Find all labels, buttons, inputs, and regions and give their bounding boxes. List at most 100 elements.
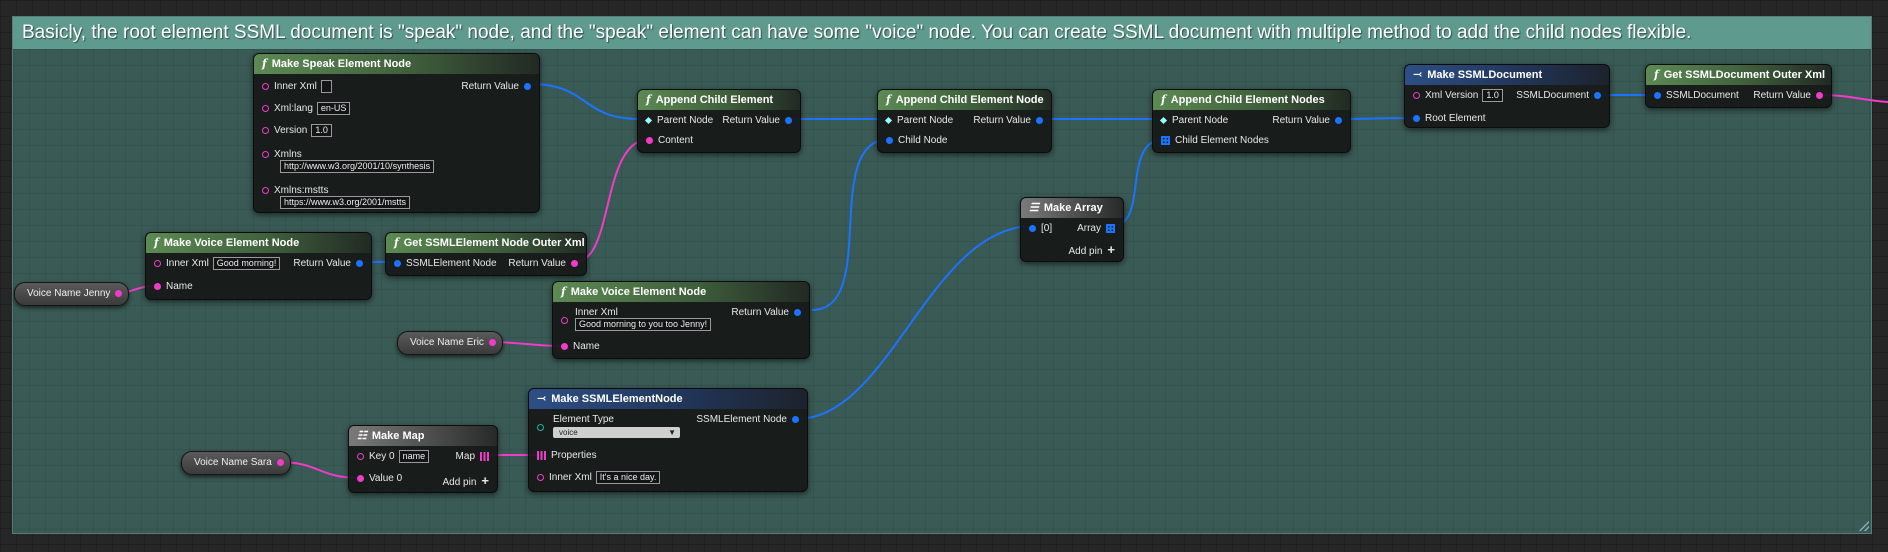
- ssml-element-node-output-pin[interactable]: SSMLElement Node: [696, 413, 799, 427]
- append-child-element-node[interactable]: f Append Child Element Parent Node Conten…: [637, 89, 801, 153]
- variable-voice-name-jenny[interactable]: Voice Name Jenny: [14, 282, 130, 306]
- string-pin-icon: [537, 474, 544, 481]
- xml-lang-pin[interactable]: Xml:lang en-US: [262, 102, 351, 116]
- string-pin-icon: [571, 259, 578, 267]
- xmlns-input[interactable]: http://www.w3.org/2001/10/synthesis: [280, 160, 435, 173]
- content-pin[interactable]: Content: [646, 134, 693, 148]
- ssml-element-node-pin[interactable]: SSMLElement Node: [394, 257, 497, 271]
- element-type-pin[interactable]: [537, 421, 549, 435]
- node-title: Make Array: [1043, 202, 1103, 214]
- variable-voice-name-eric[interactable]: Voice Name Eric: [397, 331, 503, 355]
- make-struct-icon: ⤙: [1413, 68, 1423, 81]
- xml-lang-input[interactable]: en-US: [316, 102, 351, 115]
- make-struct-icon: ⤙: [537, 392, 547, 405]
- object-pin-icon: [394, 259, 401, 267]
- inner-xml-pin[interactable]: [561, 314, 573, 328]
- make-voice-element-node-eric[interactable]: f Make Voice Element Node Inner Xml Good …: [552, 281, 810, 359]
- child-node-pin[interactable]: Child Node: [886, 134, 947, 148]
- inner-xml-pin[interactable]: Inner Xml It's a nice day.: [537, 471, 661, 485]
- string-pin-icon: [262, 83, 269, 90]
- string-pin-icon: [154, 282, 161, 290]
- function-icon: f: [154, 236, 159, 249]
- string-pin-icon: [561, 342, 568, 350]
- element-type-dropdown[interactable]: voice ▼: [553, 427, 680, 438]
- parent-node-pin[interactable]: Parent Node: [1159, 114, 1228, 128]
- node-title: Get SSMLElement Node Outer Xml: [403, 237, 585, 249]
- return-value-pin[interactable]: Return Value: [722, 114, 792, 128]
- map-pin-icon: [537, 450, 546, 460]
- xml-version-pin[interactable]: Xml Version 1.0: [1413, 89, 1503, 103]
- string-pin-icon: [357, 453, 364, 460]
- plus-icon: +: [1107, 242, 1115, 257]
- inner-xml-input[interactable]: Good morning to you too Jenny!: [575, 318, 712, 331]
- parent-node-pin[interactable]: Parent Node: [884, 114, 953, 128]
- function-icon: f: [394, 236, 399, 249]
- root-element-pin[interactable]: Root Element: [1413, 112, 1486, 126]
- ssml-document-pin[interactable]: SSMLDocument: [1654, 89, 1739, 103]
- inner-xml-pin[interactable]: Inner Xml: [262, 80, 332, 94]
- object-pin-icon: [1654, 91, 1661, 99]
- return-value-pin[interactable]: Return Value: [293, 257, 363, 271]
- array-pin-icon: [1161, 135, 1170, 145]
- append-child-element-node-node[interactable]: f Append Child Element Node Parent Node C…: [877, 89, 1052, 153]
- array-pin-icon: [1106, 223, 1115, 233]
- comment-resize-handle[interactable]: [1859, 521, 1869, 531]
- inner-xml-pin[interactable]: Inner Xml Good morning!: [154, 257, 281, 271]
- xml-version-input[interactable]: 1.0: [1482, 89, 1503, 102]
- xmlns-mstts-input[interactable]: https://www.w3.org/2001/mstts: [280, 196, 411, 209]
- inner-xml-input[interactable]: [320, 80, 332, 93]
- object-pin-icon: [785, 116, 792, 124]
- array-output-pin[interactable]: Array: [1077, 222, 1115, 236]
- parent-node-pin[interactable]: Parent Node: [644, 114, 713, 128]
- string-pin-icon: [276, 458, 284, 466]
- append-child-element-nodes-node[interactable]: f Append Child Element Nodes Parent Node …: [1152, 89, 1351, 153]
- node-title: Append Child Element Nodes: [1170, 94, 1325, 106]
- node-title: Append Child Element: [655, 94, 774, 106]
- make-voice-element-node-jenny[interactable]: f Make Voice Element Node Inner Xml Good m…: [145, 232, 372, 300]
- return-value-pin[interactable]: Return Value: [1272, 114, 1342, 128]
- node-title: Make Voice Element Node: [163, 237, 300, 249]
- child-element-nodes-pin[interactable]: Child Element Nodes: [1161, 134, 1269, 148]
- make-ssml-element-node[interactable]: ⤙ Make SSMLElementNode Element Type voice…: [528, 388, 808, 492]
- comment-title[interactable]: Basicly, the root element SSML document …: [13, 17, 1871, 49]
- string-pin-icon: [1413, 92, 1420, 99]
- node-title: Get SSMLDocument Outer Xml: [1663, 69, 1826, 81]
- make-speak-element-node[interactable]: f Make Speak Element Node Inner Xml Xml:l…: [253, 53, 540, 213]
- inner-xml-input[interactable]: It's a nice day.: [595, 471, 661, 484]
- map-output-pin[interactable]: Map: [456, 450, 489, 464]
- add-pin-button[interactable]: Add pin +: [442, 473, 489, 488]
- ssml-document-output-pin[interactable]: SSMLDocument: [1516, 89, 1601, 103]
- string-pin-icon: [646, 136, 653, 144]
- return-value-pin[interactable]: Return Value: [973, 114, 1043, 128]
- node-title: Make Map: [371, 430, 425, 442]
- array-item-0-pin[interactable]: [0]: [1029, 222, 1052, 236]
- properties-pin[interactable]: Properties: [537, 449, 597, 463]
- node-title: Make SSMLDocument: [1427, 69, 1543, 81]
- get-ssml-element-node-outer-xml[interactable]: f Get SSMLElement Node Outer Xml SSMLElem…: [385, 232, 587, 276]
- return-value-pin[interactable]: Return Value: [461, 80, 531, 94]
- key-0-input[interactable]: name: [398, 450, 430, 463]
- function-icon: f: [262, 57, 267, 70]
- variable-voice-name-sara[interactable]: Voice Name Sara: [181, 451, 291, 475]
- return-value-pin[interactable]: Return Value: [508, 257, 578, 271]
- name-pin[interactable]: Name: [154, 280, 193, 294]
- return-value-pin[interactable]: Return Value: [1753, 89, 1823, 103]
- name-pin[interactable]: Name: [561, 340, 600, 354]
- enum-pin-icon: [537, 423, 544, 431]
- make-map-node[interactable]: ☷ Make Map Key 0 name Value 0 Map Add pin +: [348, 425, 498, 493]
- version-pin[interactable]: Version 1.0: [262, 124, 332, 138]
- version-input[interactable]: 1.0: [311, 124, 332, 137]
- return-value-pin[interactable]: Return Value: [731, 306, 801, 320]
- make-array-node[interactable]: ☰ Make Array [0] Array Add pin +: [1020, 197, 1124, 262]
- key-0-pin[interactable]: Key 0 name: [357, 450, 430, 464]
- object-pin-icon: [1029, 224, 1036, 232]
- make-ssml-document-node[interactable]: ⤙ Make SSMLDocument Xml Version 1.0 Root E…: [1404, 64, 1610, 128]
- object-pin-icon: [1594, 91, 1601, 99]
- get-ssml-document-outer-xml-node[interactable]: f Get SSMLDocument Outer Xml SSMLDocument…: [1645, 64, 1832, 108]
- value-0-pin[interactable]: Value 0: [357, 472, 402, 486]
- make-map-icon: ☷: [357, 429, 367, 442]
- add-pin-button[interactable]: Add pin +: [1068, 242, 1115, 257]
- plus-icon: +: [481, 473, 489, 488]
- object-pin-icon: [1036, 116, 1043, 124]
- inner-xml-input[interactable]: Good morning!: [212, 257, 281, 270]
